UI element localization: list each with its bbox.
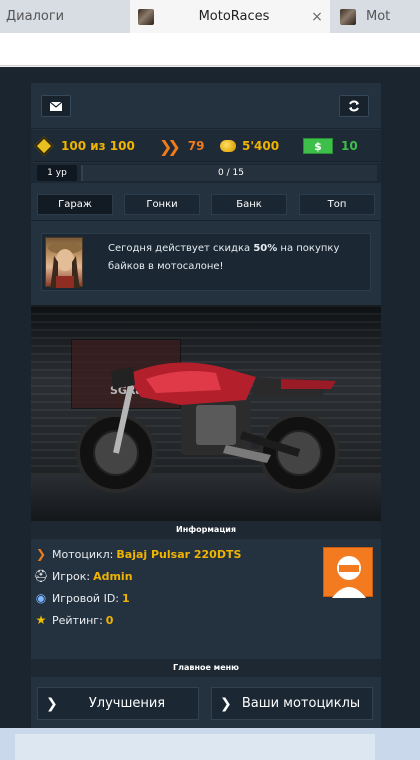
level-badge: 1 ур (37, 165, 77, 181)
info-player: ⛑ Игрок: Admin (33, 567, 132, 585)
game-id-label: Игровой ID: (52, 591, 119, 605)
tab-races[interactable]: Гонки (124, 194, 200, 215)
motorcycle-image (76, 362, 339, 493)
address-bar[interactable] (0, 33, 420, 66)
page-background: 100 из 100 ❯❯ 79 5'400 $ 10 1 ур 0 / 15 … (0, 67, 420, 760)
info-game-id: ◉ Игровой ID: 1 (35, 589, 130, 607)
energy-icon (34, 136, 54, 156)
my-bikes-button[interactable]: ❯ Ваши мотоциклы (211, 687, 373, 720)
tab-motoraces[interactable]: MotoRaces × (130, 0, 330, 33)
tab-dialogs[interactable]: Диалоги (0, 0, 130, 33)
rider-avatar (323, 547, 373, 598)
my-bikes-label: Ваши мотоциклы (241, 696, 361, 711)
mail-icon (50, 101, 62, 111)
tab-motoraces-label: MotoRaces (198, 9, 270, 24)
coins-icon (220, 140, 236, 152)
tab-top[interactable]: Топ (299, 194, 375, 215)
coins-stat: 5'400 (220, 130, 279, 162)
tab-dialogs-label: Диалоги (6, 9, 65, 24)
experience-text: 0 / 15 (218, 168, 244, 178)
helmet-icon: ⛑ (33, 569, 49, 583)
rider-helmet-icon (332, 556, 366, 598)
motorcycle-value[interactable]: Bajaj Pulsar 220DTS (116, 548, 241, 561)
info-motorcycle: ❯ Мотоцикл: Bajaj Pulsar 220DTS (35, 545, 241, 563)
coins-value: 5'400 (242, 139, 280, 153)
advisor-avatar (45, 237, 83, 288)
main-nav: Гараж Гонки Банк Топ (31, 189, 381, 221)
rating-label: Рейтинг: (52, 613, 103, 627)
cash-value: 10 (341, 139, 358, 153)
tab-bank[interactable]: Банк (211, 194, 287, 215)
player-label: Игрок: (52, 569, 91, 583)
tab-garage[interactable]: Гараж (37, 194, 113, 215)
advisor-portrait-icon (48, 242, 82, 288)
rating-value: 0 (105, 613, 114, 627)
browser-tab-bar: Диалоги MotoRaces × Mot (0, 0, 420, 33)
garage-scene: SGRac (31, 305, 381, 521)
chevron-right-icon: ❯ (46, 695, 58, 712)
motoraces-favicon (138, 8, 154, 25)
info-section-header: Информация (31, 521, 381, 539)
tab-motoraces-second-label: Mot (366, 9, 391, 24)
motorcycle-label: Мотоцикл: (52, 547, 114, 561)
chevron-icon: ❯ (35, 547, 47, 561)
energy-value: 100 из 100 (61, 139, 135, 153)
cash-icon: $ (303, 138, 333, 154)
refresh-icon (349, 100, 359, 112)
star-icon: ★ (35, 613, 47, 627)
promo-text: Сегодня действует скидка 50% на покупку … (108, 240, 363, 276)
promo-text-start: Сегодня действует скидка (108, 243, 254, 254)
cash-stat: $ 10 (303, 130, 358, 162)
promo-discount: 50% (253, 243, 278, 254)
close-icon[interactable]: × (304, 9, 330, 25)
game-panel: 100 из 100 ❯❯ 79 5'400 $ 10 1 ур 0 / 15 … (31, 83, 381, 760)
upgrades-button[interactable]: ❯ Улучшения (37, 687, 199, 720)
speed-value: 79 (187, 139, 205, 153)
upgrades-label: Улучшения (88, 696, 166, 711)
main-menu-header: Главное меню (31, 659, 381, 677)
game-id-value: 1 (122, 591, 130, 605)
top-toolbar (31, 83, 381, 129)
resource-stats-bar: 100 из 100 ❯❯ 79 5'400 $ 10 (31, 130, 381, 162)
window-bottom-inner (15, 734, 375, 760)
id-badge-icon: ◉ (35, 591, 47, 605)
experience-progress: 0 / 15 (81, 165, 377, 181)
bike-info: ❯ Мотоцикл: Bajaj Pulsar 220DTS ⛑ Игрок:… (31, 541, 381, 641)
refresh-button[interactable] (339, 95, 369, 117)
motoraces-favicon (340, 8, 356, 25)
speed-stat: ❯❯ 79 (159, 130, 205, 162)
tab-motoraces-second[interactable]: Mot (332, 0, 420, 33)
player-value[interactable]: Admin (93, 570, 132, 583)
promo-banner: Сегодня действует скидка 50% на покупку … (41, 233, 371, 291)
chevron-right-icon: ❯ (220, 695, 232, 712)
info-rating: ★ Рейтинг: 0 (35, 611, 114, 629)
speed-chevrons-icon: ❯❯ (159, 136, 181, 156)
mail-button[interactable] (41, 95, 71, 117)
energy-stat: 100 из 100 (34, 130, 135, 162)
level-bar: 1 ур 0 / 15 (31, 163, 381, 183)
